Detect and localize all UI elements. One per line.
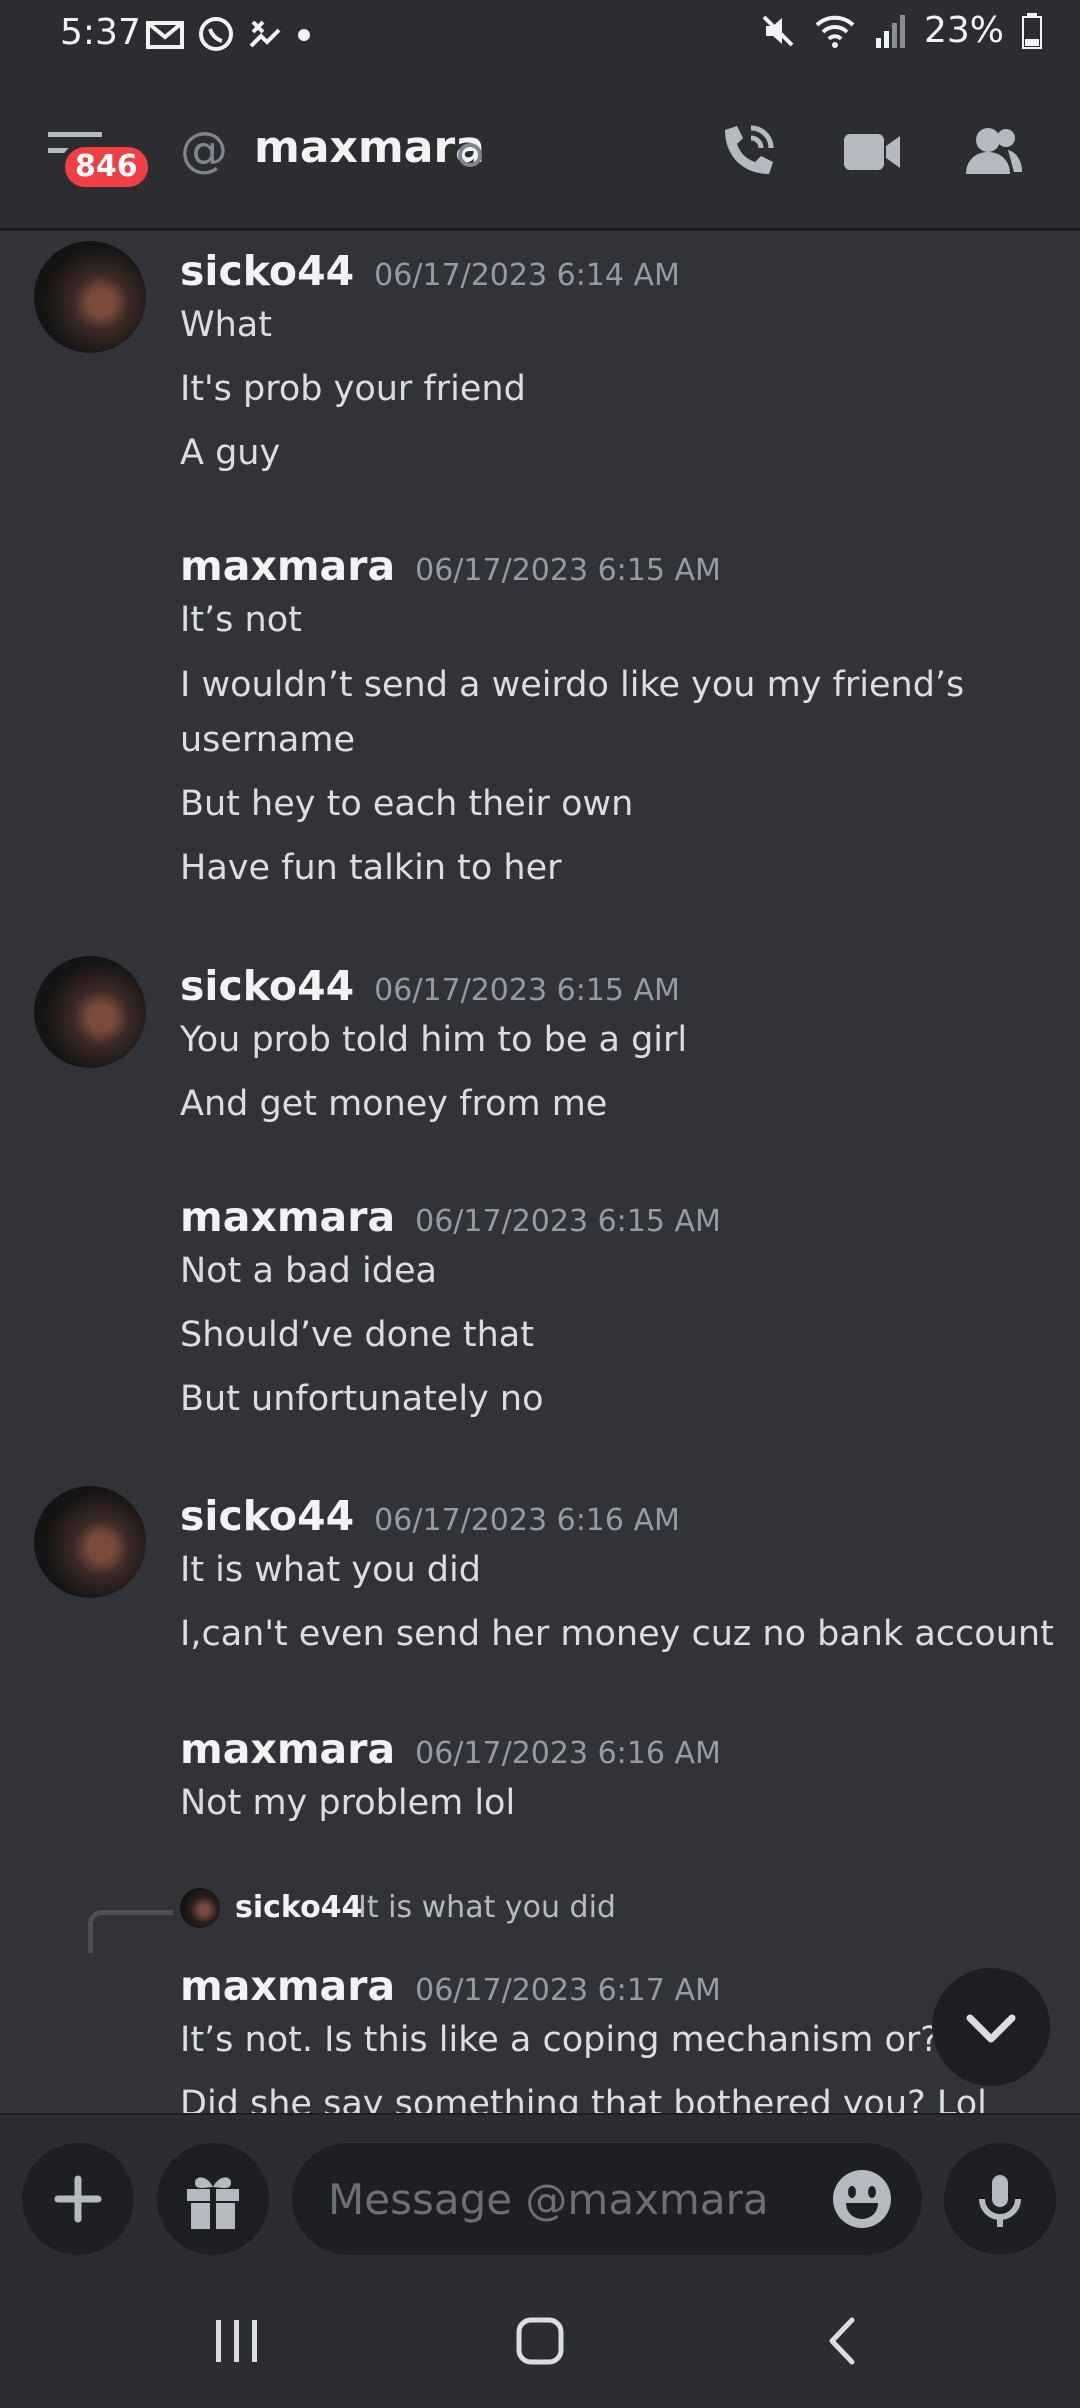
- message-text: It’s not. Is this like a coping mechanis…: [180, 2020, 958, 2060]
- message-text: I wouldn’t send a weirdo like you my fri…: [180, 665, 965, 705]
- jump-to-present-button[interactable]: [932, 1968, 1050, 2086]
- message-author[interactable]: maxmara: [180, 542, 395, 590]
- message-timestamp: 06/17/2023 6:15 AM: [374, 973, 680, 1008]
- back-icon[interactable]: [822, 2316, 862, 2366]
- message-text: But hey to each their own: [180, 784, 634, 824]
- gift-button[interactable]: [157, 2143, 269, 2255]
- gmail-icon: [146, 21, 184, 49]
- message-text: Have fun talkin to her: [180, 848, 562, 888]
- message-text: Not a bad idea: [180, 1251, 437, 1291]
- message-timestamp: 06/17/2023 6:14 AM: [374, 258, 680, 293]
- message-list[interactable]: sicko44 06/17/2023 6:14 AM What It's prob…: [0, 230, 1080, 2113]
- gift-icon: [187, 2177, 239, 2229]
- status-time: 5:37: [60, 12, 141, 53]
- message-timestamp: 06/17/2023 6:16 AM: [415, 1736, 721, 1771]
- emoji-icon[interactable]: [830, 2167, 894, 2231]
- channel-header: 846 @ maxmara: [0, 70, 1080, 231]
- add-attachment-button[interactable]: [22, 2143, 134, 2255]
- message-text: username: [180, 720, 355, 760]
- status-bar: 5:37 23%: [0, 0, 1080, 70]
- dot-icon: [298, 29, 310, 41]
- message-text: Did she say something that bothered you?…: [180, 2084, 987, 2113]
- battery-icon: [1022, 12, 1042, 49]
- message-timestamp: 06/17/2023 6:17 AM: [415, 1973, 721, 2008]
- message-timestamp: 06/17/2023 6:15 AM: [415, 1204, 721, 1239]
- reply-connector: [88, 1910, 173, 1953]
- reply-text: It is what you did: [358, 1890, 616, 1925]
- reply-avatar: [180, 1888, 220, 1928]
- message-text: It’s not: [180, 600, 302, 640]
- mute-icon: [762, 15, 794, 46]
- voice-message-button[interactable]: [944, 2143, 1056, 2255]
- offline-status-icon: [458, 143, 482, 167]
- message-text: But unfortunately no: [180, 1379, 544, 1419]
- at-icon: @: [180, 122, 228, 178]
- message-text: A guy: [180, 433, 281, 473]
- signal-icon: [875, 14, 905, 48]
- message-author[interactable]: sicko44: [180, 962, 354, 1010]
- message-text: It is what you did: [180, 1550, 481, 1590]
- message-author[interactable]: maxmara: [180, 1725, 395, 1773]
- microphone-icon: [979, 2175, 1021, 2227]
- battery-percent: 23%: [923, 10, 1004, 51]
- message-text: And get money from me: [180, 1084, 608, 1124]
- message-author[interactable]: maxmara: [180, 1193, 395, 1241]
- system-nav-bar: [0, 2273, 1080, 2408]
- unread-badge: 846: [60, 142, 153, 192]
- message-input[interactable]: [292, 2143, 922, 2255]
- message-timestamp: 06/17/2023 6:15 AM: [415, 553, 721, 588]
- voice-call-icon[interactable]: [715, 120, 779, 184]
- avatar[interactable]: [34, 956, 146, 1068]
- message-text: It's prob your friend: [180, 369, 526, 409]
- chevron-down-icon: [966, 2014, 1016, 2043]
- home-icon[interactable]: [515, 2316, 565, 2366]
- avatar[interactable]: [34, 1486, 146, 1598]
- notification-icons: [145, 16, 311, 54]
- wifi-icon: [815, 15, 855, 48]
- message-text: Not my problem lol: [180, 1783, 516, 1823]
- avatar[interactable]: [34, 241, 146, 353]
- video-call-icon[interactable]: [840, 120, 904, 184]
- plus-icon: [54, 2175, 102, 2223]
- message-text: You prob told him to be a girl: [180, 1020, 688, 1060]
- message-timestamp: 06/17/2023 6:16 AM: [374, 1503, 680, 1538]
- missed-call-icon: [249, 20, 281, 48]
- channel-title: maxmara: [254, 122, 485, 173]
- message-text: Should’ve done that: [180, 1315, 534, 1355]
- message-text: I,can't even send her money cuz no bank …: [180, 1614, 1054, 1654]
- message-author[interactable]: sicko44: [180, 1492, 354, 1540]
- message-author[interactable]: sicko44: [180, 247, 354, 295]
- message-author[interactable]: maxmara: [180, 1962, 395, 2010]
- message-text: What: [180, 305, 272, 345]
- system-icons: 23%: [760, 10, 1042, 51]
- members-icon[interactable]: [962, 120, 1026, 184]
- recent-apps-icon[interactable]: [212, 2318, 262, 2364]
- reply-author: sicko44: [235, 1890, 363, 1925]
- message-composer: [0, 2113, 1080, 2275]
- whatsapp-icon: [199, 17, 233, 51]
